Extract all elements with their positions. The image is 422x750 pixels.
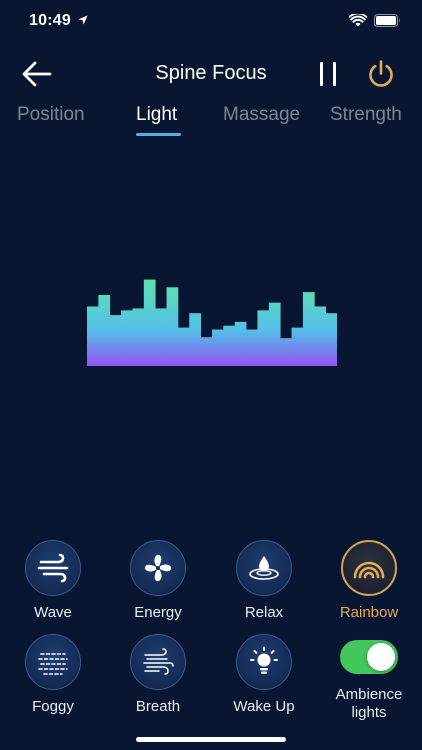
mode-wave-button[interactable] (25, 540, 81, 596)
mode-rainbow-label: Rainbow (339, 604, 399, 621)
visualizer-bar (189, 313, 202, 366)
visualizer-bar (200, 337, 213, 366)
pause-icon[interactable] (314, 60, 342, 88)
visualizer-bar (246, 329, 258, 366)
mode-relax-label: Relax (244, 604, 284, 621)
visualizer-bar (143, 279, 156, 366)
mode-wave-label: Wave (34, 604, 72, 621)
mode-energy-button[interactable] (130, 540, 186, 596)
mode-wake-up-button[interactable] (236, 634, 292, 690)
mode-foggy-button[interactable] (25, 634, 81, 690)
tab-bar: Position Light Massage Strength (0, 104, 422, 138)
visualizer-bar (212, 329, 224, 366)
visualizer-bar (257, 310, 270, 366)
visualizer-bar (223, 325, 236, 366)
home-indicator (136, 737, 286, 742)
visualizer-bar (87, 306, 99, 366)
visualizer-bar (177, 327, 190, 366)
visualizer-bar (314, 306, 327, 366)
mode-energy[interactable]: Energy (108, 540, 208, 622)
power-icon[interactable] (366, 59, 396, 89)
wind-icon (143, 648, 174, 675)
mode-foggy-label: Foggy (32, 698, 74, 715)
visualizer-bar (234, 321, 247, 366)
mode-rainbow-button[interactable] (341, 540, 397, 596)
visualizer-bar (98, 294, 111, 366)
mode-rainbow[interactable]: Rainbow (319, 540, 419, 622)
visualizer-bar (291, 327, 304, 366)
water-drop-icon (249, 556, 279, 580)
tab-position[interactable]: Position (17, 104, 85, 126)
mode-breath-button[interactable] (130, 634, 186, 690)
tab-light[interactable]: Light (136, 104, 177, 126)
page-title: Spine Focus (155, 62, 267, 84)
visualizer-bar (132, 308, 145, 366)
mode-wake-up-label: Wake Up (233, 698, 295, 715)
visualizer-bar (302, 292, 315, 366)
tab-massage[interactable]: Massage (223, 104, 300, 126)
light-visualizer (87, 279, 337, 366)
tab-strength[interactable]: Strength (330, 104, 402, 126)
wifi-icon (349, 14, 367, 27)
visualizer-bar (121, 310, 133, 366)
visualizer-bar (109, 315, 122, 366)
mode-relax[interactable]: Relax (214, 540, 314, 622)
foggy-icon (38, 653, 68, 675)
mode-wake-up[interactable]: Wake Up (214, 634, 314, 716)
ambience-lights-toggle[interactable] (340, 640, 398, 674)
ambience-lights-control: Ambience lights (319, 640, 419, 722)
mode-relax-button[interactable] (236, 540, 292, 596)
mode-breath-label: Breath (135, 698, 181, 715)
mode-energy-label: Energy (134, 604, 182, 621)
ambience-lights-label: Ambience lights (335, 686, 403, 721)
location-arrow-icon (78, 15, 88, 25)
nav-header: Spine Focus (0, 52, 422, 96)
status-bar: 10:49 (0, 0, 422, 44)
sunrise-icon (250, 646, 278, 674)
visualizer-bar (325, 313, 337, 366)
battery-icon (374, 14, 400, 27)
status-time: 10:49 (29, 12, 71, 29)
wave-icon (37, 553, 69, 583)
mode-wave[interactable]: Wave (3, 540, 103, 622)
mode-breath[interactable]: Breath (108, 634, 208, 716)
visualizer-bar (268, 302, 281, 366)
visualizer-bar (155, 308, 167, 366)
fan-icon (144, 554, 172, 582)
visualizer-bar (280, 338, 292, 366)
toggle-knob (367, 643, 395, 671)
active-tab-indicator (136, 133, 181, 136)
visualizer-bar (166, 287, 179, 366)
mode-foggy[interactable]: Foggy (3, 634, 103, 716)
rainbow-icon (353, 561, 385, 579)
